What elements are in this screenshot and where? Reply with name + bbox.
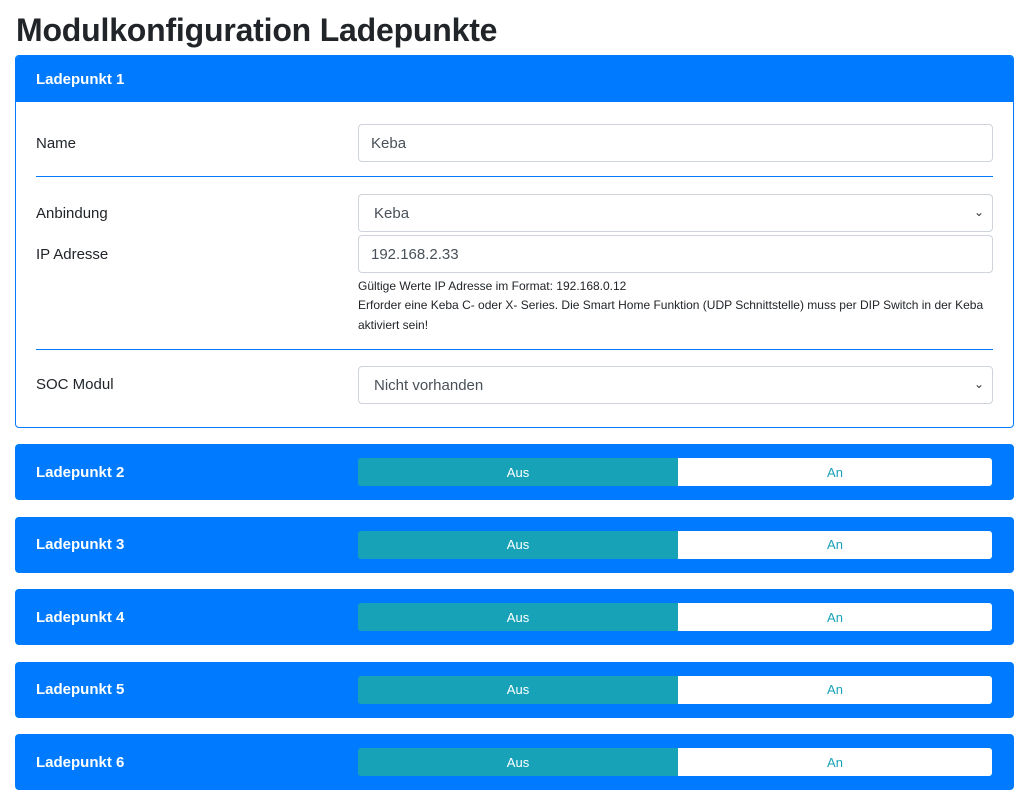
ladepunkt-6-card: Ladepunkt 6 Aus An xyxy=(15,734,1014,790)
ladepunkt-toggle[interactable]: Aus An xyxy=(358,458,992,486)
ladepunkt-4-card: Ladepunkt 4 Aus An xyxy=(15,589,1014,645)
soc-label: SOC Modul xyxy=(36,376,114,393)
ladepunkt-toggle[interactable]: Aus An xyxy=(358,530,992,559)
page-title: Modulkonfiguration Ladepunkte xyxy=(16,12,498,48)
anbindung-select[interactable]: Keba ⌄ xyxy=(358,194,993,232)
toggle-aus-button[interactable]: Aus xyxy=(358,530,678,559)
anbindung-value: Keba xyxy=(374,204,410,222)
ladepunkt-toggle[interactable]: Aus An xyxy=(358,603,992,631)
keba-help-text: Erforder eine Keba C- oder X- Series. Di… xyxy=(358,298,984,332)
toggle-an-button[interactable]: An xyxy=(678,748,992,776)
toggle-aus-button[interactable]: Aus xyxy=(358,603,678,631)
ladepunkt-1-card: Ladepunkt 1 Name Keba Anbindung Keba ⌄ IP… xyxy=(15,55,1014,428)
ladepunkt-label: Ladepunkt 3 xyxy=(36,536,125,553)
toggle-aus-button[interactable]: Aus xyxy=(358,458,678,486)
divider xyxy=(36,349,993,350)
divider xyxy=(36,176,993,177)
ladepunkt-toggle[interactable]: Aus An xyxy=(358,748,992,776)
chevron-down-icon: ⌄ xyxy=(973,205,984,219)
ladepunkt-2-card: Ladepunkt 2 Aus An xyxy=(15,444,1014,500)
toggle-an-button[interactable]: An xyxy=(678,675,992,704)
ip-label: IP Adresse xyxy=(36,246,109,263)
ladepunkt-5-card: Ladepunkt 5 Aus An xyxy=(15,661,1014,718)
toggle-aus-button[interactable]: Aus xyxy=(358,675,678,704)
ladepunkt-label: Ladepunkt 2 xyxy=(36,463,125,481)
toggle-an-button[interactable]: An xyxy=(678,458,992,486)
ladepunkt-toggle[interactable]: Aus An xyxy=(358,675,992,704)
chevron-down-icon: ⌄ xyxy=(973,377,984,391)
ladepunkt-label: Ladepunkt 4 xyxy=(36,608,125,626)
toggle-an-button[interactable]: An xyxy=(678,530,992,559)
soc-select[interactable]: Nicht vorhanden ⌄ xyxy=(358,366,993,404)
ladepunkt-3-card: Ladepunkt 3 Aus An xyxy=(15,516,1014,573)
toggle-an-button[interactable]: An xyxy=(678,603,992,631)
toggle-aus-button[interactable]: Aus xyxy=(358,748,678,776)
ladepunkt-label: Ladepunkt 5 xyxy=(36,681,125,698)
name-label: Name xyxy=(36,135,77,152)
ladepunkt-1-header[interactable]: Ladepunkt 1 xyxy=(16,56,1013,102)
soc-value: Nicht vorhanden xyxy=(374,376,484,394)
ip-input[interactable]: 192.168.2.33 xyxy=(358,235,993,273)
name-input[interactable]: Keba xyxy=(358,124,993,162)
ladepunkt-label: Ladepunkt 6 xyxy=(36,753,125,771)
anbindung-label: Anbindung xyxy=(36,205,108,222)
ip-help-format: Gültige Werte IP Adresse im Format: 192.… xyxy=(358,279,627,293)
